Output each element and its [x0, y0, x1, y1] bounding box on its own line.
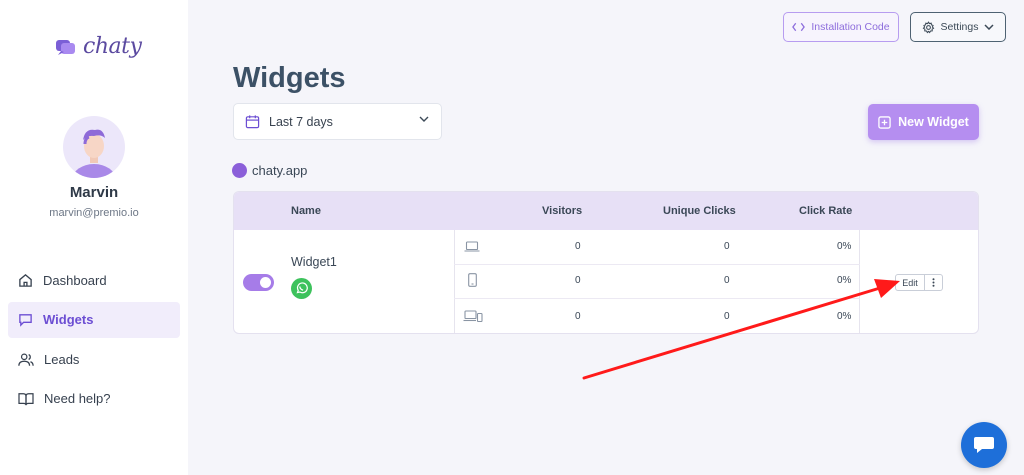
whatsapp-icon — [291, 278, 312, 299]
code-icon — [792, 22, 806, 32]
unique-clicks-value: 0 — [724, 275, 730, 286]
user-name: Marvin — [69, 184, 119, 201]
sidebar-item-label: Need help? — [44, 391, 111, 406]
visitors-value: 0 — [575, 241, 581, 252]
divider — [454, 230, 455, 333]
more-options-button[interactable] — [925, 274, 943, 291]
site-domain: chaty.app — [252, 163, 308, 178]
users-icon — [18, 353, 34, 366]
settings-label: Settings — [940, 21, 979, 33]
user-email: marvin@premio.io — [49, 207, 139, 219]
page-title: Widgets — [233, 62, 346, 94]
all-devices-icon — [463, 310, 483, 322]
site-favicon-icon — [232, 163, 247, 178]
column-visitors: Visitors — [542, 205, 583, 217]
table-header: Name Visitors Unique Clicks Click Rate — [234, 192, 978, 230]
brand-name: chaty — [83, 34, 142, 59]
click-rate-value: 0% — [837, 241, 852, 252]
date-range-value: Last 7 days — [269, 114, 333, 129]
divider — [859, 230, 860, 333]
new-widget-label: New Widget — [898, 115, 969, 129]
more-vertical-icon — [932, 278, 935, 287]
plus-square-icon — [878, 115, 891, 129]
sidebar-item-label: Widgets — [43, 312, 94, 327]
column-unique-clicks: Unique Clicks — [663, 205, 736, 217]
unique-clicks-value: 0 — [724, 311, 730, 322]
home-icon — [19, 273, 32, 287]
avatar — [63, 116, 125, 178]
divider — [454, 264, 860, 265]
table-row: Widget1 0 0 0% 0 0 0% 0 0 0% Edit — [234, 230, 978, 333]
book-icon — [18, 392, 34, 405]
new-widget-button[interactable]: New Widget — [868, 104, 979, 140]
installation-code-button[interactable]: Installation Code — [783, 12, 899, 42]
chat-bubble-icon — [19, 314, 32, 327]
sidebar: chaty Marvin marvin@premio.io Dashboard … — [0, 0, 188, 475]
visitors-value: 0 — [575, 311, 581, 322]
sidebar-item-label: Leads — [44, 351, 80, 367]
click-rate-value: 0% — [837, 275, 852, 286]
chaty-logo-icon — [56, 39, 75, 55]
column-name: Name — [291, 205, 321, 217]
edit-button[interactable]: Edit — [895, 274, 925, 291]
column-click-rate: Click Rate — [799, 205, 853, 217]
gear-icon — [922, 20, 934, 33]
widget-enabled-toggle[interactable] — [243, 274, 274, 291]
site-label: chaty.app — [232, 163, 307, 178]
widgets-table: Name Visitors Unique Clicks Click Rate W… — [233, 191, 979, 334]
sidebar-item-widgets[interactable]: Widgets — [8, 301, 180, 338]
sidebar-item-dashboard[interactable]: Dashboard — [8, 262, 180, 298]
visitors-value: 0 — [575, 275, 581, 286]
settings-button[interactable]: Settings — [910, 12, 1006, 42]
chat-widget-button[interactable] — [961, 422, 1007, 468]
widget-name[interactable]: Widget1 — [291, 255, 337, 269]
sidebar-item-label: Dashboard — [43, 272, 107, 288]
unique-clicks-value: 0 — [724, 241, 730, 252]
chevron-down-icon — [984, 24, 994, 30]
divider — [454, 298, 860, 299]
widget-actions: Edit — [895, 274, 943, 291]
mobile-icon — [468, 273, 477, 287]
sidebar-item-help[interactable]: Need help? — [8, 381, 180, 417]
chevron-down-icon — [419, 116, 429, 122]
desktop-icon — [464, 241, 480, 252]
date-range-select[interactable]: Last 7 days — [233, 103, 442, 140]
installation-code-label: Installation Code — [811, 21, 890, 33]
calendar-icon — [245, 115, 260, 129]
sidebar-item-leads[interactable]: Leads — [8, 341, 180, 377]
click-rate-value: 0% — [837, 311, 852, 322]
sidebar-nav: Dashboard Widgets Leads Need help? — [8, 262, 180, 420]
chat-bubble-icon — [974, 437, 994, 453]
chaty-logo[interactable]: chaty — [55, 34, 142, 59]
